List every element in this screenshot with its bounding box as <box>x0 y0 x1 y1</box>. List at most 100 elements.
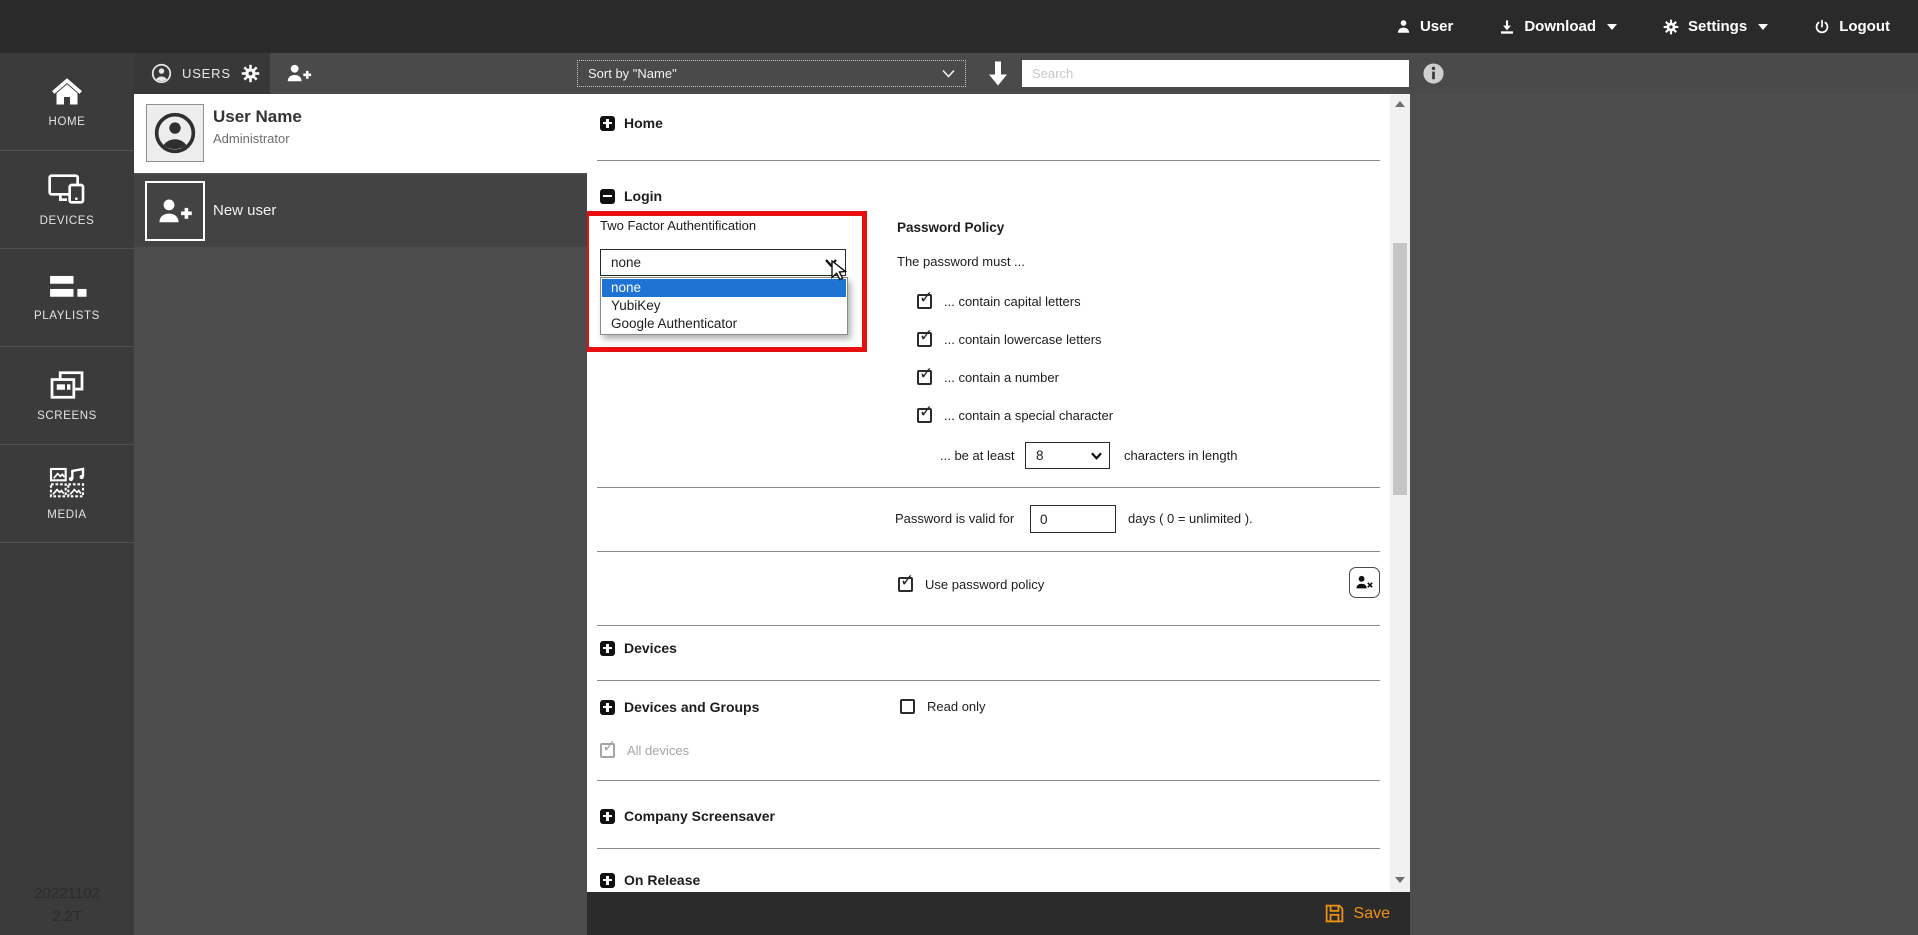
download-icon <box>1499 19 1515 35</box>
settings-menu-label: Settings <box>1688 18 1748 35</box>
section-login-label: Login <box>624 188 663 204</box>
rule-number: ... contain a number <box>917 364 1059 386</box>
validity-suffix: days ( 0 = unlimited ). <box>1128 511 1253 526</box>
avatar <box>146 104 204 162</box>
checkbox-unchecked[interactable] <box>900 699 915 714</box>
sidebar-item-label: MEDIA <box>47 508 87 521</box>
power-icon <box>1814 19 1830 35</box>
checkbox-checked[interactable] <box>898 571 914 592</box>
user-role: Administrator <box>213 131 290 146</box>
logout-button[interactable]: Logout <box>1814 18 1890 35</box>
use-password-policy-row: Use password policy <box>898 571 1044 593</box>
devices-icon <box>47 173 87 205</box>
section-devices[interactable]: Devices <box>600 639 677 657</box>
logout-label: Logout <box>1839 18 1890 35</box>
divider <box>597 625 1380 626</box>
checkbox-checked[interactable] <box>917 364 933 385</box>
user-remove-icon <box>1355 574 1374 591</box>
chevron-down-icon <box>825 258 837 267</box>
divider <box>597 160 1380 161</box>
sidebar-item-label: SCREENS <box>37 409 97 422</box>
chevron-down-icon <box>1758 23 1769 30</box>
scroll-up-icon[interactable] <box>1395 101 1405 107</box>
divider <box>597 551 1380 552</box>
chevron-down-icon <box>1091 452 1102 460</box>
dropdown-option-none[interactable]: none <box>602 279 846 297</box>
expand-icon <box>600 872 615 888</box>
search-input[interactable] <box>1022 60 1409 87</box>
section-devices-and-groups[interactable]: Devices and Groups <box>600 698 759 716</box>
password-policy-intro: The password must ... <box>897 254 1025 269</box>
sidebar-nav: HOME DEVICES PLAYLISTS SCREENS MEDIA 202… <box>0 53 134 935</box>
divider <box>597 680 1380 681</box>
password-policy-title: Password Policy <box>897 220 1005 235</box>
sidebar-item-label: PLAYLISTS <box>34 309 100 322</box>
settings-menu[interactable]: Settings <box>1663 18 1769 35</box>
two-factor-label: Two Factor Authentification <box>600 218 757 233</box>
toolbar: USERS Sort by "Name" <box>134 53 1918 94</box>
validity-days-input[interactable] <box>1030 505 1116 533</box>
rule-special-character: ... contain a special character <box>917 402 1113 424</box>
sidebar-item-playlists[interactable]: PLAYLISTS <box>0 249 134 347</box>
read-only-row: Read only <box>900 699 986 715</box>
sidebar-item-screens[interactable]: SCREENS <box>0 347 134 445</box>
dropdown-option-yubikey[interactable]: YubiKey <box>602 297 846 315</box>
min-length-value: 8 <box>1036 448 1044 463</box>
chevron-down-icon <box>942 69 955 78</box>
dropdown-option-google-authenticator[interactable]: Google Authenticator <box>602 315 846 333</box>
user-name: User Name <box>213 107 302 126</box>
floppy-disk-icon <box>1324 903 1345 924</box>
gear-icon <box>1663 19 1679 35</box>
gear-icon <box>241 64 260 83</box>
chevron-down-icon <box>1607 23 1617 30</box>
section-on-release[interactable]: On Release <box>600 871 700 889</box>
media-icon <box>48 467 86 499</box>
sidebar-item-devices[interactable]: DEVICES <box>0 151 134 249</box>
sidebar-item-media[interactable]: MEDIA <box>0 445 134 543</box>
expand-icon <box>600 808 615 824</box>
two-factor-selected-value: none <box>611 255 642 270</box>
section-company-screensaver[interactable]: Company Screensaver <box>600 807 775 825</box>
rule-capital-letters: ... contain capital letters <box>917 288 1081 310</box>
expand-icon <box>600 699 615 715</box>
remove-user-button[interactable] <box>1349 567 1380 598</box>
two-factor-select[interactable]: none <box>600 249 846 276</box>
sort-dropdown-value: Sort by "Name" <box>588 66 677 81</box>
section-login[interactable]: Login <box>600 187 662 205</box>
scrollbar-thumb[interactable] <box>1393 243 1407 495</box>
new-user-button[interactable]: New user <box>134 175 587 247</box>
user-menu[interactable]: User <box>1396 18 1453 35</box>
sidebar-item-label: DEVICES <box>39 214 95 227</box>
section-home-label: Home <box>624 115 663 131</box>
sidebar-item-home[interactable]: HOME <box>0 53 134 151</box>
expand-icon <box>600 115 615 131</box>
checkbox-checked-disabled <box>600 737 616 758</box>
min-length-select[interactable]: 8 <box>1025 442 1110 469</box>
version-info: 20221102 2.2T <box>0 883 134 928</box>
section-devices-label: Devices <box>624 640 677 656</box>
user-circle-icon <box>151 63 172 84</box>
user-list-item-selected[interactable]: User Name Administrator <box>134 94 587 173</box>
users-settings-button[interactable] <box>230 53 270 94</box>
checkbox-checked[interactable] <box>917 288 933 309</box>
scroll-down-icon[interactable] <box>1395 877 1405 883</box>
users-tab-label: USERS <box>182 66 231 81</box>
save-button[interactable]: Save <box>1324 903 1390 924</box>
sort-direction-button[interactable] <box>986 60 1010 87</box>
min-length-suffix: characters in length <box>1124 448 1238 463</box>
divider <box>597 487 1380 488</box>
content-scrollbar[interactable] <box>1390 94 1410 892</box>
bottom-action-bar: Save <box>587 892 1410 935</box>
sort-dropdown[interactable]: Sort by "Name" <box>577 60 966 87</box>
playlists-icon <box>47 274 87 300</box>
info-icon[interactable] <box>1422 62 1445 85</box>
expand-icon <box>600 640 615 656</box>
checkbox-checked[interactable] <box>917 326 933 347</box>
section-home[interactable]: Home <box>600 114 663 132</box>
divider <box>597 780 1380 781</box>
download-menu[interactable]: Download <box>1499 18 1617 35</box>
rule-lowercase-letters: ... contain lowercase letters <box>917 326 1102 348</box>
checkbox-checked[interactable] <box>917 402 933 423</box>
add-user-button[interactable] <box>276 53 322 94</box>
section-devices-and-groups-label: Devices and Groups <box>624 699 760 715</box>
